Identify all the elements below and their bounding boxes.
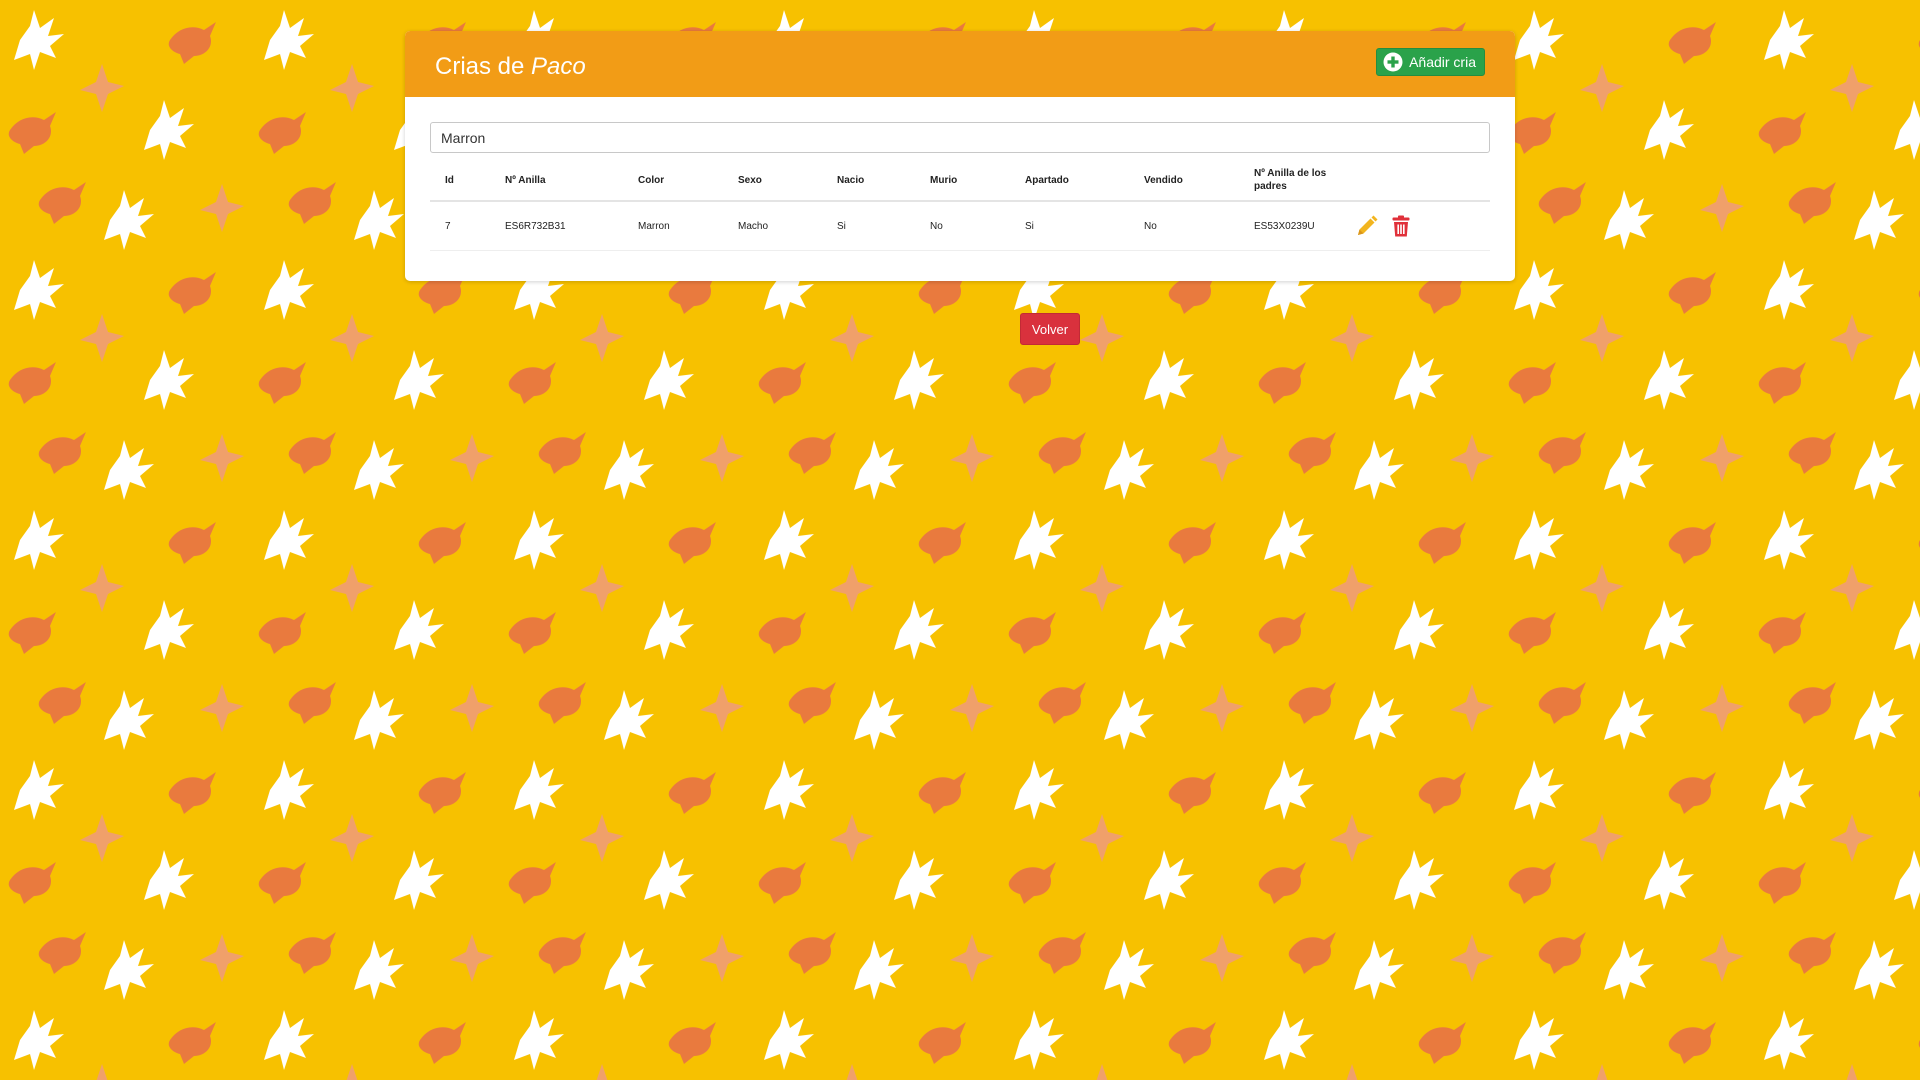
- page-title-prefix: Crias de: [435, 53, 525, 80]
- table-header-row: Id Nº Anilla Color Sexo Nacio Murio Apar…: [430, 160, 1490, 202]
- cell-anilla: ES6R732B31: [490, 201, 623, 251]
- crias-table: Id Nº Anilla Color Sexo Nacio Murio Apar…: [430, 160, 1490, 251]
- column-header-id: Id: [430, 160, 490, 202]
- column-header-apartado: Apartado: [1010, 160, 1129, 202]
- page-title-name: Paco: [531, 53, 586, 80]
- cell-color: Marron: [623, 201, 723, 251]
- column-header-sexo: Sexo: [723, 160, 822, 202]
- cell-vendido: No: [1129, 201, 1239, 251]
- crias-panel: Crias de Paco Añadir cria Id Nº Anilla C…: [405, 31, 1515, 281]
- column-header-vendido: Vendido: [1129, 160, 1239, 202]
- back-button[interactable]: Volver: [1020, 313, 1080, 345]
- pencil-icon[interactable]: [1355, 214, 1379, 238]
- column-header-anilla: Nº Anilla: [490, 160, 623, 202]
- column-header-color: Color: [623, 160, 723, 202]
- cell-apartado: Si: [1010, 201, 1129, 251]
- page-title: Crias de Paco: [435, 53, 586, 81]
- cell-murio: No: [915, 201, 1010, 251]
- column-header-actions: [1340, 160, 1490, 202]
- column-header-murio: Murio: [915, 160, 1010, 202]
- panel-header: Crias de Paco Añadir cria: [405, 31, 1515, 97]
- row-actions: [1355, 214, 1490, 238]
- cell-nacio: Si: [822, 201, 915, 251]
- cell-anilla-padres: ES53X0239U: [1239, 201, 1340, 251]
- cell-id: 7: [430, 201, 490, 251]
- table-row: 7 ES6R732B31 Marron Macho Si No Si No ES…: [430, 201, 1490, 251]
- column-header-anilla-padres: Nº Anilla de los padres: [1239, 160, 1340, 202]
- column-header-nacio: Nacio: [822, 160, 915, 202]
- cell-actions: [1340, 201, 1490, 251]
- add-cria-button[interactable]: Añadir cria: [1376, 48, 1485, 76]
- search-input[interactable]: [430, 122, 1490, 153]
- trash-icon[interactable]: [1389, 214, 1413, 238]
- cell-sexo: Macho: [723, 201, 822, 251]
- add-cria-label: Añadir cria: [1409, 54, 1476, 70]
- plus-circle-icon: [1383, 52, 1403, 72]
